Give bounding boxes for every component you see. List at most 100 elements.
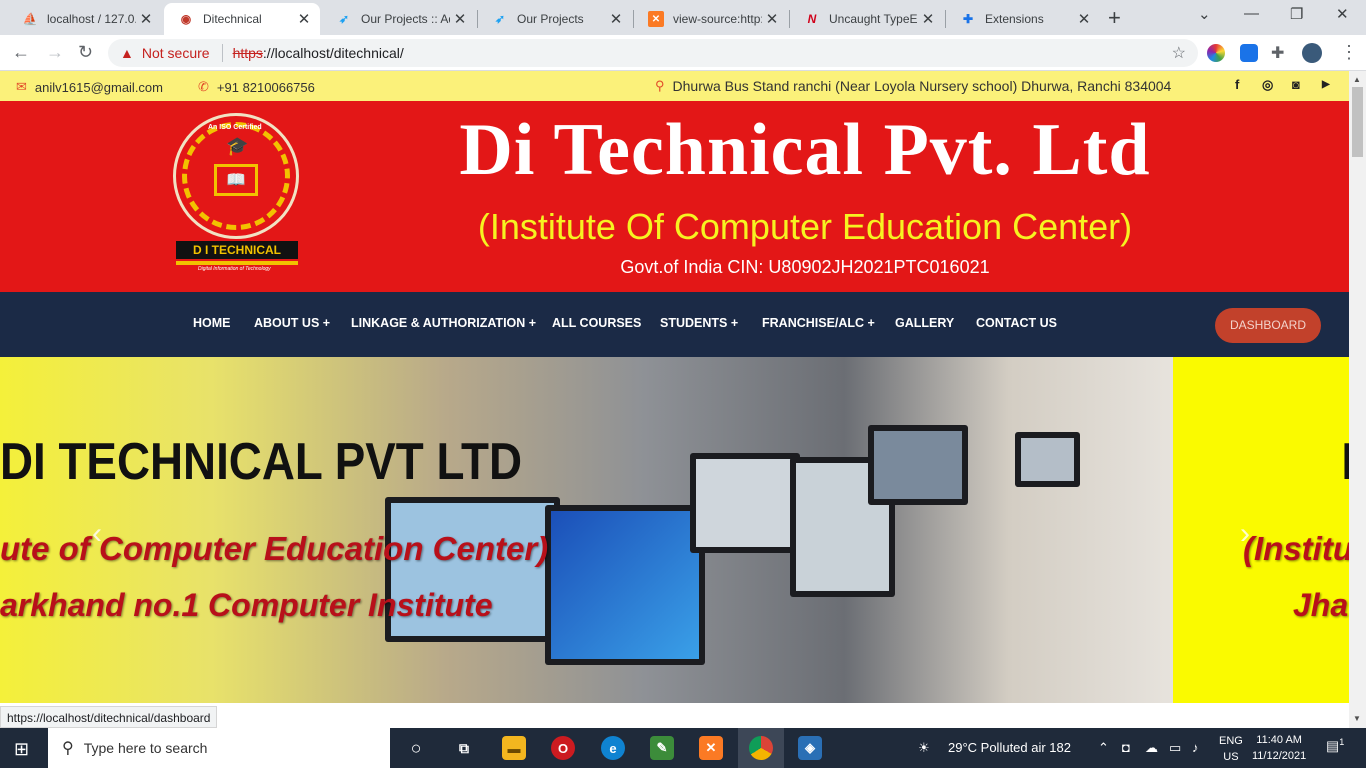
tab-title: Uncaught TypeErr bbox=[829, 12, 918, 26]
nav-gallery[interactable]: GALLERY bbox=[895, 316, 954, 330]
network-icon[interactable]: ▭ bbox=[1169, 740, 1181, 756]
logo-iso-text: An ISO Certified bbox=[208, 124, 262, 131]
notifications-icon[interactable]: ▤1 bbox=[1326, 737, 1344, 755]
address-text: Dhurwa Bus Stand ranchi (Near Loyola Nur… bbox=[672, 78, 1172, 94]
notification-count: 1 bbox=[1339, 737, 1345, 747]
main-navigation: HOME ABOUT US + LINKAGE & AUTHORIZATION … bbox=[0, 292, 1349, 357]
link-hover-status: https://localhost/ditechnical/dashboard bbox=[0, 706, 218, 728]
opera-icon[interactable]: O bbox=[551, 736, 575, 760]
nav-all-courses[interactable]: ALL COURSES bbox=[552, 316, 641, 330]
scroll-up-icon[interactable]: ▲ bbox=[1353, 75, 1361, 84]
lab-monitor-image bbox=[868, 425, 968, 505]
nav-linkage-authorization[interactable]: LINKAGE & AUTHORIZATION + bbox=[351, 316, 536, 330]
color-extension-icon[interactable] bbox=[1207, 44, 1225, 62]
carousel-prev-arrow[interactable]: ‹ bbox=[92, 517, 102, 551]
phone-icon: ✆ bbox=[198, 79, 209, 94]
page-scrollbar[interactable]: ▲ ▼ bbox=[1349, 71, 1366, 728]
close-window-button[interactable]: ✕ bbox=[1336, 5, 1349, 23]
slide-line-2: arkhand no.1 Computer Institute bbox=[0, 587, 493, 623]
meet-now-icon[interactable]: ◘ bbox=[1122, 740, 1130, 755]
search-placeholder: Type here to search bbox=[83, 740, 208, 756]
edge-icon[interactable]: e bbox=[601, 736, 625, 760]
close-icon[interactable]: ✕ bbox=[136, 10, 156, 28]
tab-title: Our Projects bbox=[517, 12, 584, 26]
nav-franchise-alc[interactable]: FRANCHISE/ALC + bbox=[762, 316, 875, 330]
close-icon[interactable]: ✕ bbox=[450, 10, 470, 28]
close-icon[interactable]: ✕ bbox=[918, 10, 938, 28]
close-icon[interactable]: ✕ bbox=[606, 10, 626, 28]
taskbar-clock[interactable]: 11:40 AM 11/12/2021 bbox=[1252, 732, 1306, 764]
warning-icon[interactable]: ▲ bbox=[120, 45, 134, 61]
notepad-plus-icon[interactable]: ✎ bbox=[650, 736, 674, 760]
bookmark-star-icon[interactable]: ☆ bbox=[1172, 43, 1186, 63]
not-secure-label[interactable]: Not secure bbox=[142, 45, 210, 61]
tab-phpmyadmin[interactable]: ⛵ localhost / 127.0.0 ✕ bbox=[8, 3, 162, 35]
youtube-icon[interactable]: ▶ bbox=[1322, 79, 1330, 90]
xampp-icon: ✕ bbox=[648, 11, 664, 27]
tab-ditechnical[interactable]: ◉ Ditechnical ✕ bbox=[164, 3, 320, 35]
xampp-icon[interactable]: ✕ bbox=[699, 736, 723, 760]
chrome-icon[interactable] bbox=[749, 736, 773, 760]
site-logo[interactable]: An ISO Certified 🎓 📖 D I TECHNICAL Digit… bbox=[168, 113, 308, 273]
restore-button[interactable]: ❐ bbox=[1290, 5, 1303, 23]
screen-capture-icon[interactable] bbox=[1240, 44, 1258, 62]
taskbar-search-box[interactable]: ⚲ Type here to search bbox=[48, 728, 390, 768]
url-scheme: https bbox=[232, 45, 263, 61]
task-view-icon[interactable]: ⧉ bbox=[452, 736, 476, 760]
envelope-icon: ✉ bbox=[16, 79, 27, 94]
profile-avatar[interactable] bbox=[1302, 43, 1322, 63]
facebook-icon[interactable]: f bbox=[1235, 77, 1239, 92]
tab-search-icon[interactable]: ⌄ bbox=[1198, 5, 1211, 23]
volume-icon[interactable]: ♪ bbox=[1192, 740, 1199, 755]
nav-contact-us[interactable]: CONTACT US bbox=[976, 316, 1057, 330]
language-code: ENG bbox=[1219, 735, 1243, 747]
windows-start-icon[interactable]: ⊞ bbox=[14, 739, 29, 760]
reload-icon[interactable]: ↻ bbox=[78, 42, 93, 63]
email-text[interactable]: anilv1615@gmail.com bbox=[35, 80, 163, 95]
close-icon[interactable]: ✕ bbox=[294, 10, 314, 28]
weather-icon[interactable]: ☀ bbox=[918, 740, 930, 756]
minimize-button[interactable]: — bbox=[1244, 5, 1259, 22]
close-icon[interactable]: ✕ bbox=[762, 10, 782, 28]
virtualbox-icon[interactable]: ◈ bbox=[798, 736, 822, 760]
tab-our-projects[interactable]: ➶ Our Projects ✕ bbox=[478, 3, 632, 35]
menu-kebab-icon[interactable]: ⋮ bbox=[1340, 42, 1358, 63]
address-contact: ⚲ Dhurwa Bus Stand ranchi (Near Loyola N… bbox=[655, 78, 1171, 94]
tab-view-source[interactable]: ✕ view-source:http:// ✕ bbox=[634, 3, 788, 35]
site-logo-icon: ◉ bbox=[180, 12, 192, 26]
slide-title: DI TECHNICAL PVT LTD bbox=[0, 433, 523, 491]
weather-widget[interactable]: 29°C Polluted air 182 bbox=[948, 740, 1071, 755]
cortana-icon[interactable]: ○ bbox=[404, 736, 428, 760]
next-slide-preview: I (Institu Jha bbox=[1173, 357, 1349, 703]
nav-about-us[interactable]: ABOUT US + bbox=[254, 316, 330, 330]
scroll-down-icon[interactable]: ▼ bbox=[1353, 714, 1361, 723]
tab-extensions[interactable]: ✚ Extensions ✕ bbox=[946, 3, 1100, 35]
phone-contact[interactable]: ✆ +91 8210066756 bbox=[198, 79, 315, 95]
graduation-cap-icon: 🎓 bbox=[226, 136, 249, 156]
scrollbar-thumb[interactable] bbox=[1352, 87, 1363, 157]
chevron-up-icon[interactable]: ⌃ bbox=[1098, 740, 1109, 756]
carousel-next-arrow[interactable]: › bbox=[1240, 517, 1250, 551]
onedrive-cloud-icon[interactable]: ☁ bbox=[1145, 740, 1158, 756]
company-name: Di Technical Pvt. Ltd bbox=[459, 109, 1151, 191]
extensions-puzzle-icon[interactable]: ✚ bbox=[1271, 43, 1284, 63]
nav-students[interactable]: STUDENTS + bbox=[660, 316, 738, 330]
tab-title: view-source:http:// bbox=[673, 12, 762, 26]
file-explorer-icon[interactable]: ▬ bbox=[502, 736, 526, 760]
next-slide-line-1: (Institu bbox=[1243, 530, 1349, 567]
close-icon[interactable]: ✕ bbox=[1074, 10, 1094, 28]
nav-home[interactable]: HOME bbox=[193, 316, 231, 330]
email-contact[interactable]: ✉ anilv1615@gmail.com bbox=[16, 79, 163, 95]
tab-our-projects-admin[interactable]: ➶ Our Projects :: Adm ✕ bbox=[322, 3, 476, 35]
url-field[interactable]: ▲ Not secure https ://localhost/ditechni… bbox=[108, 39, 1198, 67]
new-tab-button[interactable]: + bbox=[1108, 5, 1121, 31]
whatsapp-icon[interactable]: ◎ bbox=[1262, 77, 1273, 93]
language-indicator[interactable]: ENG US bbox=[1219, 733, 1243, 765]
phone-text[interactable]: +91 8210066756 bbox=[217, 80, 315, 95]
dashboard-button[interactable]: DASHBOARD bbox=[1215, 308, 1321, 343]
twitter-bird-icon: ➶ bbox=[338, 12, 350, 26]
tab-uncaught-typeerror[interactable]: N Uncaught TypeErr ✕ bbox=[790, 3, 944, 35]
forward-icon[interactable]: → bbox=[46, 42, 64, 63]
back-icon[interactable]: ← bbox=[12, 42, 30, 63]
instagram-icon[interactable]: ◙ bbox=[1292, 77, 1300, 92]
